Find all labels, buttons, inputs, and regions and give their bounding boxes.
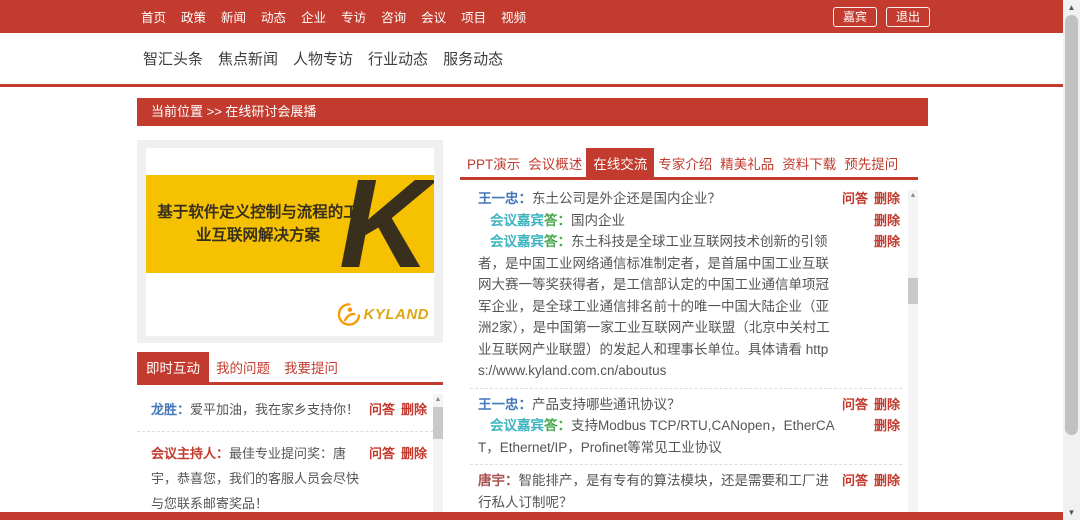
left-panel-scrollbar[interactable]: ▲ bbox=[433, 394, 443, 512]
answer-label: 答： bbox=[544, 213, 571, 228]
answer-text: 东土科技是全球工业互联网技术创新的引领者，是中国工业网络通信标准制定者，是首届中… bbox=[478, 234, 830, 378]
tab-conference-overview[interactable]: 会议概述 bbox=[524, 148, 586, 177]
primary-nav: 首页 政策 新闻 动态 企业 专访 咨询 会议 项目 视频 bbox=[141, 0, 526, 33]
footer-bar bbox=[0, 512, 1063, 520]
answer-row: 会议嘉宾答：支持Modbus TCP/RTU,CANopen，EtherCAT，… bbox=[478, 415, 902, 458]
answer-text: 国内企业 bbox=[571, 213, 625, 228]
delete-link[interactable]: 删除 bbox=[874, 191, 900, 206]
tab-pre-questions[interactable]: 预先提问 bbox=[840, 148, 902, 177]
nav-item-conference[interactable]: 会议 bbox=[421, 7, 446, 26]
delete-link[interactable]: 删除 bbox=[401, 446, 427, 461]
chat-message: 龙胜：爱平加油，我在家乡支持你！ 问答删除 bbox=[137, 388, 443, 432]
guest-button[interactable]: 嘉宾 bbox=[833, 7, 877, 27]
scrollbar-thumb[interactable] bbox=[433, 407, 443, 439]
question-row: 王一忠：产品支持哪些通讯协议？ 问答删除 bbox=[478, 394, 902, 416]
chat-user-name: 会议主持人： bbox=[151, 446, 229, 461]
scrollbar-thumb[interactable] bbox=[908, 278, 918, 304]
tab-ask-question[interactable]: 我要提问 bbox=[277, 352, 345, 382]
tab-online-chat[interactable]: 在线交流 bbox=[586, 148, 654, 177]
nav-item-video[interactable]: 视频 bbox=[501, 7, 526, 26]
kyland-logo-text: KYLAND bbox=[364, 306, 430, 323]
kyland-swirl-icon bbox=[336, 302, 361, 327]
banner-k-letter: K bbox=[339, 176, 430, 272]
nav-item-consult[interactable]: 咨询 bbox=[381, 7, 406, 26]
site-header: 智汇头条 焦点新闻 人物专访 行业动态 服务动态 bbox=[0, 33, 1063, 87]
answer-row: 会议嘉宾答：国内企业 删除 bbox=[478, 210, 902, 232]
question-row: 唐宇：智能排产，是有专有的算法模块，还是需要和工厂进行私人订制呢？ 问答删除 bbox=[478, 470, 902, 512]
qa-thread: 王一忠：产品支持哪些通讯协议？ 问答删除 会议嘉宾答：支持Modbus TCP/… bbox=[470, 389, 902, 466]
questioner-name: 王一忠： bbox=[478, 191, 532, 206]
answer-label: 答： bbox=[544, 234, 571, 249]
qa-link[interactable]: 问答 bbox=[842, 473, 868, 488]
tab-expert-intro[interactable]: 专家介绍 bbox=[654, 148, 716, 177]
logout-button[interactable]: 退出 bbox=[886, 7, 930, 27]
delete-link[interactable]: 删除 bbox=[874, 473, 900, 488]
nav-item-enterprise[interactable]: 企业 bbox=[301, 7, 326, 26]
nav-item-policy[interactable]: 政策 bbox=[181, 7, 206, 26]
delete-link[interactable]: 删除 bbox=[401, 402, 427, 417]
qa-link[interactable]: 问答 bbox=[842, 191, 868, 206]
answerer-name: 会议嘉宾 bbox=[490, 418, 544, 433]
scroll-down-icon[interactable]: ▼ bbox=[1063, 508, 1080, 517]
subnav-item-focus-news[interactable]: 焦点新闻 bbox=[218, 48, 278, 69]
question-text: 产品支持哪些通讯协议？ bbox=[532, 397, 681, 412]
qa-link[interactable]: 问答 bbox=[842, 397, 868, 412]
chat-message: 会议主持人：最佳专业提问奖：唐宇，恭喜您，我们的客服人员会尽快与您联系邮寄奖品！… bbox=[137, 432, 443, 512]
top-bar: 首页 政策 新闻 动态 企业 专访 咨询 会议 项目 视频 嘉宾 退出 bbox=[0, 0, 1063, 33]
page-scrollbar[interactable]: ▲ ▼ bbox=[1063, 0, 1080, 520]
nav-item-interview[interactable]: 专访 bbox=[341, 7, 366, 26]
secondary-nav: 智汇头条 焦点新闻 人物专访 行业动态 服务动态 bbox=[143, 33, 503, 84]
delete-link[interactable]: 删除 bbox=[874, 397, 900, 412]
delete-link[interactable]: 删除 bbox=[874, 213, 900, 228]
answerer-name: 会议嘉宾 bbox=[490, 234, 544, 249]
banner-yellow-band: 基于软件定义控制与流程的工业互联网解决方案 K bbox=[146, 175, 434, 273]
banner-title: 基于软件定义控制与流程的工业互联网解决方案 bbox=[154, 201, 362, 247]
tab-instant-interaction[interactable]: 即时互动 bbox=[137, 352, 209, 382]
qa-thread-list: 王一忠：东土公司是外企还是国内企业？ 问答删除 会议嘉宾答：国内企业 删除 会议… bbox=[460, 183, 918, 512]
qa-thread: 唐宇：智能排产，是有专有的算法模块，还是需要和工厂进行私人订制呢？ 问答删除 bbox=[470, 465, 902, 512]
chat-message-list: 龙胜：爱平加油，我在家乡支持你！ 问答删除 会议主持人：最佳专业提问奖：唐宇，恭… bbox=[137, 388, 443, 512]
scrollbar-thumb[interactable] bbox=[1065, 15, 1078, 435]
kyland-logo: KYLAND bbox=[336, 302, 430, 327]
tab-downloads[interactable]: 资料下载 bbox=[778, 148, 840, 177]
qa-link[interactable]: 问答 bbox=[369, 402, 395, 417]
nav-item-trends[interactable]: 动态 bbox=[261, 7, 286, 26]
scroll-up-icon[interactable]: ▲ bbox=[1063, 3, 1080, 12]
webinar-banner-card: 基于软件定义控制与流程的工业互联网解决方案 K KYLAND bbox=[137, 140, 443, 343]
subnav-item-industry-trends[interactable]: 行业动态 bbox=[368, 48, 428, 69]
topbar-actions: 嘉宾 退出 bbox=[833, 0, 930, 33]
scroll-up-icon[interactable]: ▲ bbox=[908, 191, 918, 200]
tab-gifts[interactable]: 精美礼品 bbox=[716, 148, 778, 177]
subnav-item-service-trends[interactable]: 服务动态 bbox=[443, 48, 503, 69]
scroll-up-icon[interactable]: ▲ bbox=[433, 395, 443, 404]
chat-message-text: 爱平加油，我在家乡支持你！ bbox=[190, 402, 359, 417]
nav-item-news[interactable]: 新闻 bbox=[221, 7, 246, 26]
delete-link[interactable]: 删除 bbox=[874, 418, 900, 433]
answer-label: 答： bbox=[544, 418, 571, 433]
question-text: 东土公司是外企还是国内企业？ bbox=[532, 191, 721, 206]
webinar-tabs: PPT演示 会议概述 在线交流 专家介绍 精美礼品 资料下载 预先提问 bbox=[460, 148, 918, 180]
nav-item-projects[interactable]: 项目 bbox=[461, 7, 486, 26]
question-text: 智能排产，是有专有的算法模块，还是需要和工厂进行私人订制呢？ bbox=[478, 473, 829, 510]
tab-ppt-demo[interactable]: PPT演示 bbox=[463, 148, 524, 177]
webinar-banner-image: 基于软件定义控制与流程的工业互联网解决方案 K KYLAND bbox=[146, 148, 434, 336]
chat-user-name: 龙胜： bbox=[151, 402, 190, 417]
answer-row: 会议嘉宾答：东土科技是全球工业互联网技术创新的引领者，是中国工业网络通信标准制定… bbox=[478, 231, 902, 382]
delete-link[interactable]: 删除 bbox=[874, 234, 900, 249]
tab-my-questions[interactable]: 我的问题 bbox=[209, 352, 277, 382]
interaction-tabs: 即时互动 我的问题 我要提问 bbox=[137, 352, 443, 385]
questioner-name: 王一忠： bbox=[478, 397, 532, 412]
qa-thread: 王一忠：东土公司是外企还是国内企业？ 问答删除 会议嘉宾答：国内企业 删除 会议… bbox=[470, 183, 902, 389]
breadcrumb: 当前位置 >> 在线研讨会展播 bbox=[137, 98, 928, 126]
qa-link[interactable]: 问答 bbox=[369, 446, 395, 461]
nav-item-home[interactable]: 首页 bbox=[141, 7, 166, 26]
question-row: 王一忠：东土公司是外企还是国内企业？ 问答删除 bbox=[478, 188, 902, 210]
answerer-name: 会议嘉宾 bbox=[490, 213, 544, 228]
questioner-name: 唐宇： bbox=[478, 473, 519, 488]
subnav-item-headlines[interactable]: 智汇头条 bbox=[143, 48, 203, 69]
right-panel-scrollbar[interactable]: ▲ bbox=[908, 190, 918, 512]
subnav-item-people-interview[interactable]: 人物专访 bbox=[293, 48, 353, 69]
